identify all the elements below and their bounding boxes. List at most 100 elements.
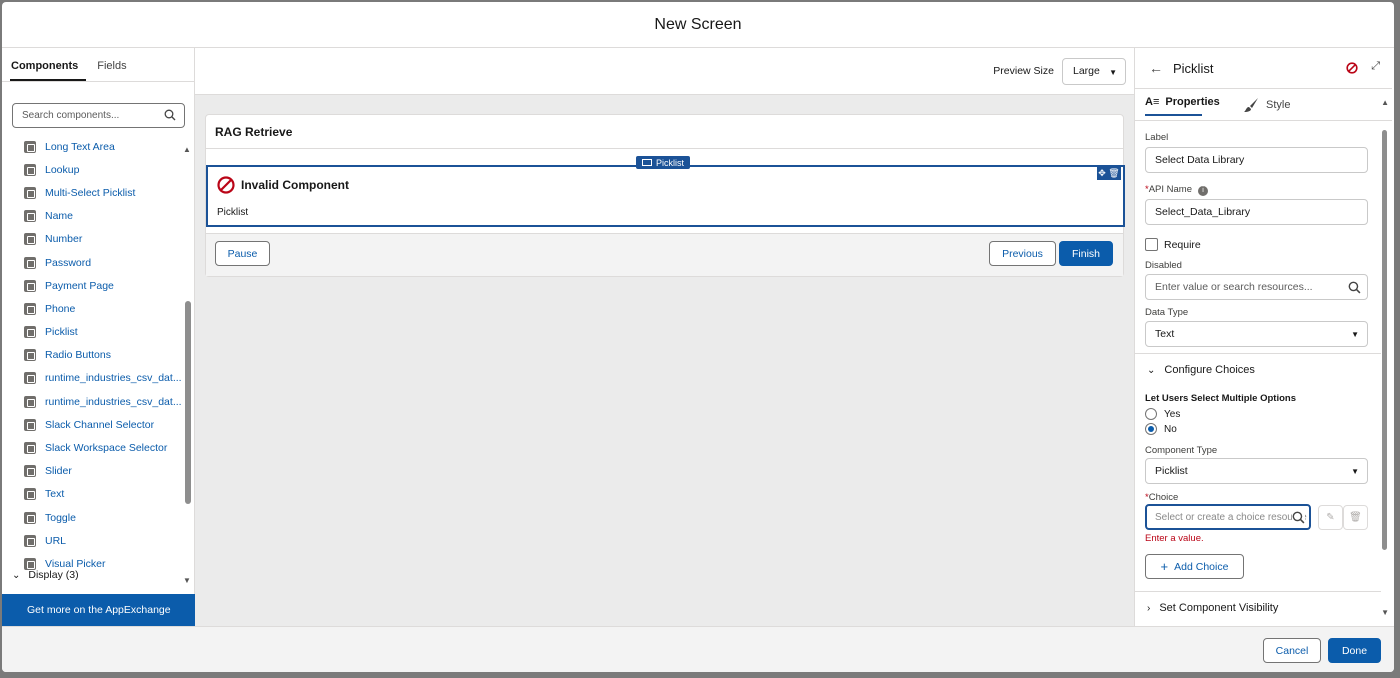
caret-down-icon: ▼ [1109, 67, 1117, 77]
invalid-component-title: Invalid Component [241, 178, 349, 192]
components-scrollbar[interactable] [185, 301, 191, 504]
scroll-down-arrow[interactable]: ▼ [1381, 608, 1389, 617]
tab-properties[interactable]: A≡ Properties [1145, 96, 1220, 116]
component-item-url[interactable]: URL [2, 529, 182, 552]
component-item-payment-page[interactable]: Payment Page [2, 274, 182, 297]
require-checkbox[interactable] [1145, 238, 1158, 251]
component-item-name[interactable]: Name [2, 205, 182, 228]
component-item-picklist[interactable]: Picklist [2, 321, 182, 344]
modal-header: New Screen [2, 2, 1394, 48]
component-item-slack-workspace-selector[interactable]: Slack Workspace Selector [2, 436, 182, 459]
pause-button[interactable]: Pause [215, 241, 270, 266]
component-label: Lookup [45, 163, 80, 176]
component-item-password[interactable]: Password [2, 251, 182, 274]
chevron-down-icon: ⌄ [12, 569, 21, 581]
data-type-select[interactable]: Text ▼ [1145, 321, 1368, 347]
edit-choice-button[interactable]: ✎ [1318, 505, 1343, 530]
modal-footer: Cancel Done [2, 626, 1394, 672]
scroll-up-arrow[interactable]: ▲ [1381, 98, 1389, 107]
done-button[interactable]: Done [1328, 638, 1381, 663]
preview-size-label: Preview Size [993, 65, 1054, 77]
back-arrow-icon[interactable]: ← [1149, 60, 1163, 76]
lightning-icon [24, 465, 36, 478]
component-label: Radio Buttons [45, 349, 111, 362]
component-label: runtime_industries_csv_dat... [45, 395, 182, 408]
component-visibility-toggle[interactable]: › Set Component Visibility [1147, 602, 1278, 614]
api-name-label: *API Name i [1145, 184, 1208, 196]
component-item-toggle[interactable]: Toggle [2, 506, 182, 529]
component-item-radio-buttons[interactable]: Radio Buttons [2, 344, 182, 367]
screen-footer: Pause Previous Finish [206, 233, 1123, 276]
divider [1135, 353, 1381, 354]
text-icon [24, 488, 36, 501]
scroll-up-arrow[interactable]: ▲ [183, 145, 191, 154]
disabled-input[interactable]: Enter value or search resources... [1145, 274, 1368, 300]
lightning-icon [24, 372, 36, 385]
component-item-slider[interactable]: Slider [2, 460, 182, 483]
preview-size-select[interactable]: Large ▼ [1062, 57, 1126, 85]
component-label: Text [45, 488, 65, 501]
component-item-multi-select-picklist[interactable]: Multi-Select Picklist [2, 181, 182, 204]
radio-no[interactable] [1145, 423, 1157, 435]
component-badge: Picklist [636, 156, 691, 169]
move-icon[interactable]: ✥ [1098, 168, 1106, 179]
tab-style[interactable]: Style [1242, 96, 1290, 114]
component-item-runtime-industries-1[interactable]: runtime_industries_csv_dat... [2, 367, 182, 390]
delete-icon[interactable]: 🗑 [1108, 168, 1119, 179]
left-tabs: Components Fields [2, 48, 194, 82]
lightning-icon [24, 279, 36, 292]
new-screen-modal: New Screen Components Fields Search comp… [2, 2, 1394, 672]
choice-input[interactable]: Select or create a choice resource [1145, 504, 1311, 530]
component-item-phone[interactable]: Phone [2, 297, 182, 320]
component-item-lookup[interactable]: Lookup [2, 158, 182, 181]
tab-properties-label: Properties [1165, 96, 1220, 108]
label-input-value: Select Data Library [1155, 154, 1245, 166]
delete-choice-button[interactable]: 🗑 [1343, 505, 1368, 530]
tab-components[interactable]: Components [10, 48, 87, 81]
component-item-text[interactable]: Text [2, 483, 182, 506]
multi-select-label: Let Users Select Multiple Options [1145, 393, 1296, 404]
component-type-label: Component Type [1145, 445, 1218, 456]
tab-fields[interactable]: Fields [96, 48, 134, 81]
search-icon [1348, 281, 1361, 294]
finish-button[interactable]: Finish [1059, 241, 1113, 266]
label-input[interactable]: Select Data Library [1145, 147, 1368, 173]
error-icon[interactable] [1346, 62, 1358, 74]
properties-scrollbar[interactable] [1382, 130, 1387, 550]
search-components-input[interactable]: Search components... [12, 103, 185, 128]
add-choice-label: Add Choice [1174, 560, 1229, 573]
component-item-slack-channel-selector[interactable]: Slack Channel Selector [2, 413, 182, 436]
expand-icon[interactable]: ⤢ [1371, 60, 1380, 73]
component-label: Slack Channel Selector [45, 418, 155, 431]
component-item-number[interactable]: Number [2, 228, 182, 251]
component-label: Toggle [45, 511, 76, 524]
info-icon[interactable]: i [1198, 186, 1208, 196]
appexchange-link[interactable]: Get more on the AppExchange [2, 594, 195, 626]
component-label: Slack Workspace Selector [45, 442, 168, 455]
selected-component[interactable]: Picklist ✥ 🗑 Invalid Component Picklist [206, 156, 1125, 227]
caret-down-icon: ▼ [1351, 467, 1359, 476]
properties-tabs: A≡ Properties Style [1135, 89, 1392, 121]
paintbrush-icon [1244, 98, 1258, 112]
configure-choices-toggle[interactable]: ⌄ Configure Choices [1147, 364, 1255, 376]
cancel-button[interactable]: Cancel [1263, 638, 1321, 663]
api-name-input[interactable]: Select_Data_Library [1145, 199, 1368, 225]
picklist-icon [24, 326, 36, 339]
configure-choices-label: Configure Choices [1164, 364, 1255, 376]
picklist-icon [642, 159, 652, 166]
component-type-select[interactable]: Picklist ▼ [1145, 458, 1368, 484]
search-icon [1292, 511, 1305, 524]
pencil-icon: ✎ [1326, 512, 1335, 523]
display-section-toggle[interactable]: ⌄ Display (3) [12, 569, 79, 581]
radio-yes[interactable] [1145, 408, 1157, 420]
component-item-long-text-area[interactable]: Long Text Area [2, 135, 182, 158]
scroll-down-arrow[interactable]: ▼ [183, 576, 191, 585]
modal-body: Components Fields Search components... L… [2, 48, 1394, 626]
chevron-right-icon: › [1147, 602, 1151, 614]
lookup-icon [24, 163, 36, 176]
component-label: Picklist [45, 326, 78, 339]
component-item-runtime-industries-2[interactable]: runtime_industries_csv_dat... [2, 390, 182, 413]
name-icon [24, 210, 36, 223]
previous-button[interactable]: Previous [989, 241, 1056, 266]
add-choice-button[interactable]: + Add Choice [1145, 554, 1244, 579]
